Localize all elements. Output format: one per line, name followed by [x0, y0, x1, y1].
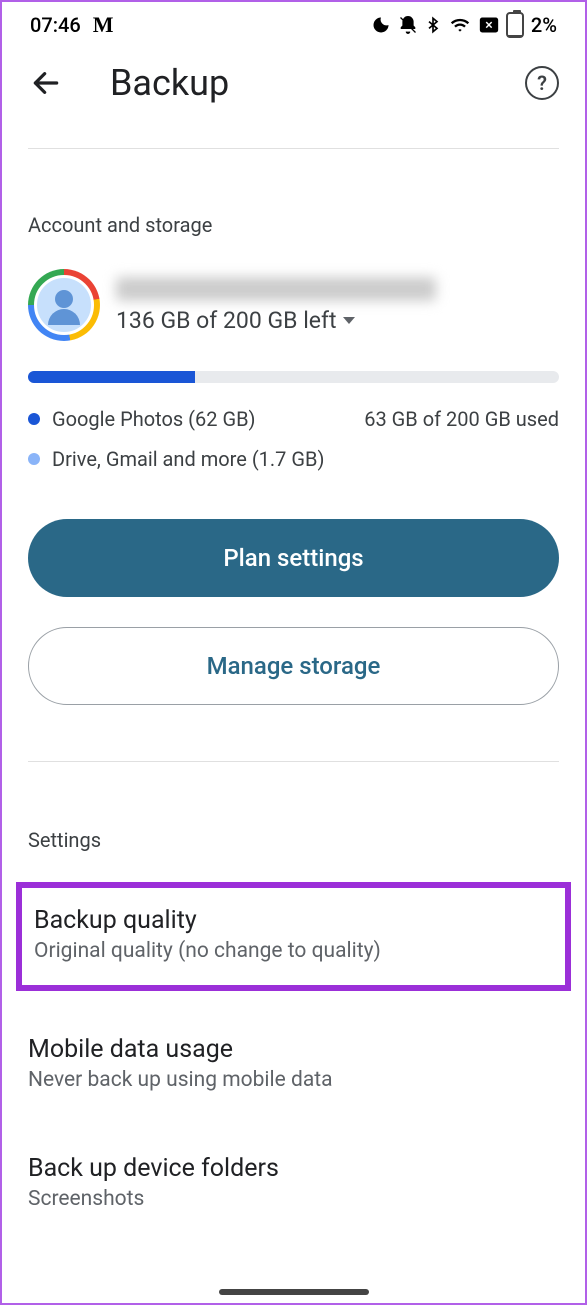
backup-quality-subtitle: Original quality (no change to quality) [34, 939, 553, 963]
backup-quality-item[interactable]: Backup quality Original quality (no chan… [34, 906, 553, 963]
mobile-data-subtitle: Never back up using mobile data [28, 1068, 559, 1092]
account-section-label: Account and storage [2, 149, 585, 269]
storage-progress-bar [28, 371, 559, 383]
status-time: 07:46 [30, 13, 81, 37]
battery-icon [506, 12, 524, 38]
device-folders-item[interactable]: Back up device folders Screenshots [2, 1140, 585, 1229]
mobile-data-title: Mobile data usage [28, 1035, 559, 1064]
storage-remaining[interactable]: 136 GB of 200 GB left [116, 307, 436, 334]
status-bar: 07:46 M ✕ 2% [2, 2, 585, 42]
storage-legend-row-2: Drive, Gmail and more (1.7 GB) [2, 439, 585, 479]
chevron-down-icon [343, 317, 355, 324]
legend-dot-photos [28, 413, 40, 425]
page-title: Backup [110, 62, 525, 104]
help-button[interactable]: ? [525, 66, 559, 100]
moon-icon [371, 15, 391, 35]
storage-progress-fill [28, 371, 195, 383]
storage-used-summary: 63 GB of 200 GB used [364, 407, 559, 431]
settings-section-label: Settings [2, 828, 585, 882]
device-folders-subtitle: Screenshots [28, 1187, 559, 1211]
wifi-icon [448, 15, 472, 35]
avatar [28, 269, 100, 341]
home-indicator[interactable] [219, 1289, 369, 1295]
backup-quality-title: Backup quality [34, 906, 553, 935]
storage-legend-row-1: Google Photos (62 GB) 63 GB of 200 GB us… [2, 399, 585, 439]
battery-percentage: 2% [531, 13, 557, 37]
backup-quality-highlight: Backup quality Original quality (no chan… [16, 882, 571, 991]
app-header: Backup ? [2, 42, 585, 148]
device-folders-title: Back up device folders [28, 1154, 559, 1183]
svg-text:✕: ✕ [485, 20, 493, 31]
data-icon: ✕ [479, 16, 499, 34]
mobile-data-item[interactable]: Mobile data usage Never back up using mo… [2, 1021, 585, 1110]
bluetooth-icon [425, 14, 441, 36]
bell-off-icon [398, 15, 418, 35]
legend-dot-drive [28, 453, 40, 465]
manage-storage-button[interactable]: Manage storage [28, 627, 559, 705]
account-email [116, 277, 436, 301]
gmail-icon: M [93, 12, 114, 38]
back-button[interactable] [28, 65, 64, 101]
legend-photos-label: Google Photos (62 GB) [52, 407, 256, 431]
plan-settings-button[interactable]: Plan settings [28, 519, 559, 597]
legend-drive-label: Drive, Gmail and more (1.7 GB) [52, 447, 324, 471]
account-row[interactable]: 136 GB of 200 GB left [2, 269, 585, 341]
